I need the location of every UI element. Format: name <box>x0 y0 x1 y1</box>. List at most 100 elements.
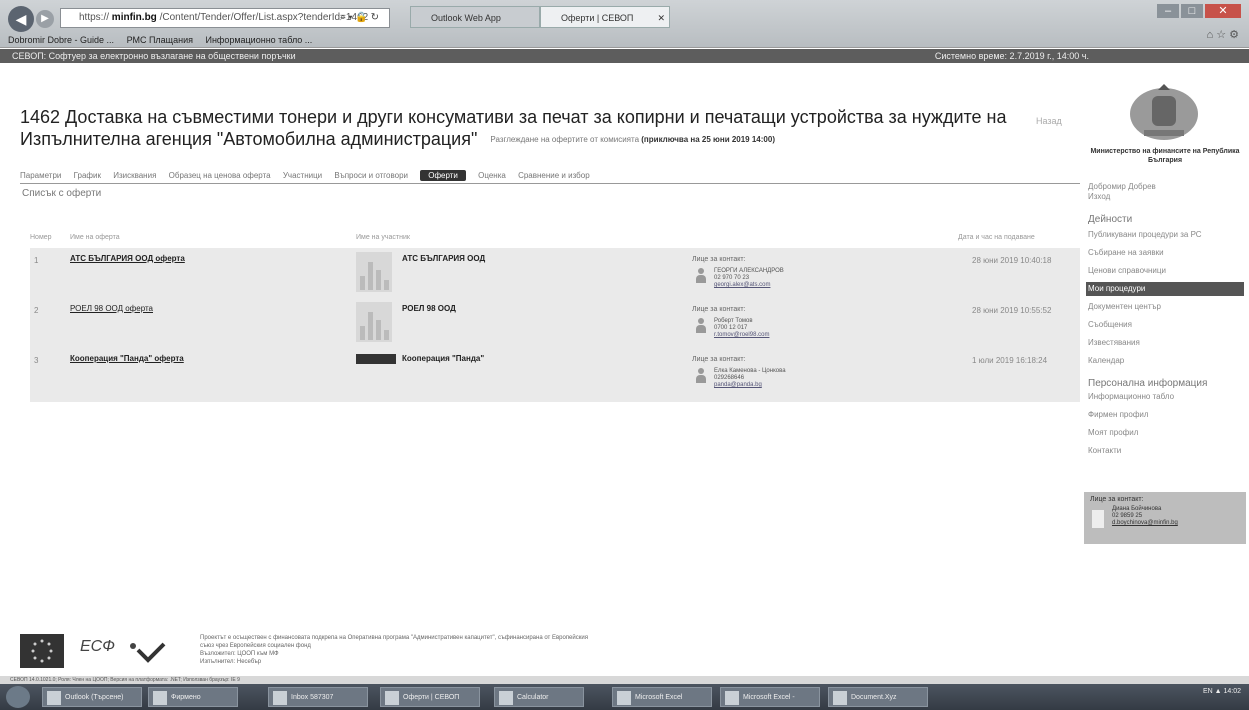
favorite-link[interactable]: Информационно табло ... <box>205 35 312 45</box>
tab-questions[interactable]: Въпроси и отговори <box>334 171 408 180</box>
footer-line: съюз чрез Европейския социален фонд <box>200 643 311 649</box>
gear-icon[interactable]: ⚙ <box>1229 29 1239 41</box>
contact-email[interactable]: r.tomov@roel98.com <box>714 332 769 339</box>
offer-link[interactable]: Кооперация "Панда" оферта <box>70 354 184 363</box>
contact-email[interactable]: georgi.alex@ats.com <box>714 282 784 289</box>
sidebar-item-price-lists[interactable]: Ценови справочници <box>1086 264 1244 278</box>
contact-email[interactable]: panda@panda.bg <box>714 382 786 389</box>
sidebar-item-calendar[interactable]: Календар <box>1086 354 1244 368</box>
sidebar-item-notifications[interactable]: Известявания <box>1086 336 1244 350</box>
address-controls[interactable]: ⌕ ▾ 🔒 ↻ <box>340 8 379 28</box>
system-time: Системно време: 2.7.2019 г., 14:00 ч. <box>934 51 1089 61</box>
star-icon[interactable]: ☆ <box>1216 29 1226 41</box>
contact-label: Лице за контакт: <box>1090 496 1144 503</box>
table-row: 1 АТС БЪЛГАРИЯ ООД оферта АТС БЪЛГАРИЯ О… <box>30 248 1080 302</box>
contact-phone: 0700 12 017 <box>714 325 748 331</box>
sidebar-item-contacts[interactable]: Контакти <box>1086 444 1244 458</box>
contact-info: Диана Бойчинова 02 9859 25 d.boychinova@… <box>1112 506 1178 527</box>
forward-arrow-icon[interactable]: ▶ <box>36 10 54 28</box>
sidebar-item-company-profile[interactable]: Фирмен профил <box>1086 408 1244 422</box>
row-number: 1 <box>34 256 39 265</box>
sidebar-item-requests[interactable]: Събиране на заявки <box>1086 246 1244 260</box>
tab-schedule[interactable]: График <box>74 171 101 180</box>
taskbar-item[interactable]: Outlook (Търсене) <box>42 687 142 707</box>
tab-comparison[interactable]: Сравнение и избор <box>518 171 590 180</box>
sidebar-item-published[interactable]: Публикувани процедури за РС <box>1086 228 1244 242</box>
system-tray[interactable]: EN ▲ 14:02 <box>1203 688 1241 695</box>
minimize-icon[interactable]: – <box>1157 4 1179 18</box>
section-activities: Дейности <box>1088 214 1133 225</box>
tab-outlook[interactable]: Outlook Web App <box>410 6 540 28</box>
eu-flag-icon <box>20 634 64 668</box>
tab-price-template[interactable]: Образец на ценова оферта <box>169 171 271 180</box>
procedure-tabs: Параметри График Изисквания Образец на ц… <box>20 170 1080 184</box>
subtitle-text: Разглеждане на офертите от комисията <box>490 135 640 145</box>
sidebar-item-dashboard[interactable]: Информационно табло <box>1086 390 1244 404</box>
taskbar-item[interactable]: Microsoft Excel - <box>720 687 820 707</box>
taskbar-item[interactable]: Calculator <box>494 687 584 707</box>
person-icon <box>696 268 706 284</box>
back-arrow-icon[interactable]: ◀ <box>8 6 34 32</box>
contact-email[interactable]: d.boychinova@minfin.bg <box>1112 520 1178 527</box>
company-logo <box>356 252 392 292</box>
person-icon <box>696 318 706 334</box>
toolbar-icons: ⌂ ☆ ⚙ <box>1206 28 1239 41</box>
submission-date: 28 юни 2019 10:40:18 <box>972 256 1052 265</box>
home-icon[interactable]: ⌂ <box>1206 29 1213 41</box>
taskbar-item[interactable]: Inbox 587307 <box>268 687 368 707</box>
taskbar-item[interactable]: Фирмено <box>148 687 238 707</box>
taskbar-item[interactable]: Document.Xyz <box>828 687 928 707</box>
favorite-link[interactable]: РМС Плащания <box>127 35 193 45</box>
contact-label: Лице за контакт: <box>692 306 746 313</box>
sidebar-item-documents[interactable]: Документен център <box>1086 300 1244 314</box>
close-icon[interactable]: ✕ <box>1205 4 1241 18</box>
close-icon[interactable]: ✕ <box>657 7 665 27</box>
url-host: minfin.bg <box>111 12 157 23</box>
window-controls: – □ ✕ <box>1155 4 1241 18</box>
footer-text: Проектът е осъществен с финансовата подк… <box>200 634 588 666</box>
tab-offers[interactable]: Оферти | СЕВОП ✕ <box>540 6 670 28</box>
back-link[interactable]: Назад <box>1036 116 1062 126</box>
tab-parameters[interactable]: Параметри <box>20 171 61 180</box>
table-row: 2 РОЕЛ 98 ООД оферта РОЕЛ 98 ООД Лице за… <box>30 298 1080 352</box>
tab-participants[interactable]: Участници <box>283 171 322 180</box>
contact-phone: 029268646 <box>714 375 745 381</box>
contact-name: Диана Бойчинова <box>1112 506 1162 512</box>
sidebar-item-messages[interactable]: Съобщения <box>1086 318 1244 332</box>
page-subtitle: Разглеждане на офертите от комисията (пр… <box>490 135 775 144</box>
subtitle-date: (приключва на 25 юни 2019 14:00) <box>641 135 775 145</box>
sidebar-item-my-profile[interactable]: Моят профил <box>1086 426 1244 440</box>
tab-label: Оферти | СЕВОП <box>561 13 634 23</box>
header-date: Дата и час на подаване <box>958 234 1035 241</box>
taskbar-item[interactable]: Оферти | СЕВОП <box>380 687 480 707</box>
footer-line: Проектът е осъществен с финансовата подк… <box>200 635 588 641</box>
contact-label: Лице за контакт: <box>692 256 746 263</box>
person-icon <box>1092 510 1104 528</box>
header-number: Номер <box>30 234 52 241</box>
tab-label: Outlook Web App <box>431 13 501 23</box>
contact-info: ГЕОРГИ АЛЕКСАНДРОВ 02 970 70 23 georgi.a… <box>714 268 784 289</box>
favorite-link[interactable]: Dobromir Dobre - Guide ... <box>8 35 114 45</box>
ministry-name: Министерство на финансите на Република Б… <box>1090 148 1240 164</box>
logout-link[interactable]: Изход <box>1088 192 1156 202</box>
company-name: АТС БЪЛГАРИЯ ООД <box>402 254 486 263</box>
tab-evaluation[interactable]: Оценка <box>478 171 506 180</box>
list-title: Списък с оферти <box>22 188 102 199</box>
header-participant: Име на участник <box>356 234 410 241</box>
tab-requirements[interactable]: Изисквания <box>113 171 156 180</box>
offer-link[interactable]: РОЕЛ 98 ООД оферта <box>70 304 153 313</box>
row-number: 3 <box>34 356 39 365</box>
submission-date: 28 юни 2019 10:55:52 <box>972 306 1052 315</box>
program-logo-icon <box>130 642 166 663</box>
sidebar-contact-box: Лице за контакт: Диана Бойчинова 02 9859… <box>1084 492 1246 544</box>
taskbar-item[interactable]: Microsoft Excel <box>612 687 712 707</box>
tab-offers[interactable]: Оферти <box>420 170 466 181</box>
maximize-icon[interactable]: □ <box>1181 4 1203 18</box>
esf-logo: ЕСФ <box>80 638 115 655</box>
sidebar-item-my-procedures[interactable]: Мои процедури <box>1086 282 1244 296</box>
start-button[interactable] <box>6 686 30 708</box>
contact-info: Елка Каменова - Цонкова 029268646 panda@… <box>714 368 786 389</box>
offer-link[interactable]: АТС БЪЛГАРИЯ ООД оферта <box>70 254 185 263</box>
contact-name: Елка Каменова - Цонкова <box>714 368 786 374</box>
user-name: Добромир Добрев <box>1088 182 1156 191</box>
